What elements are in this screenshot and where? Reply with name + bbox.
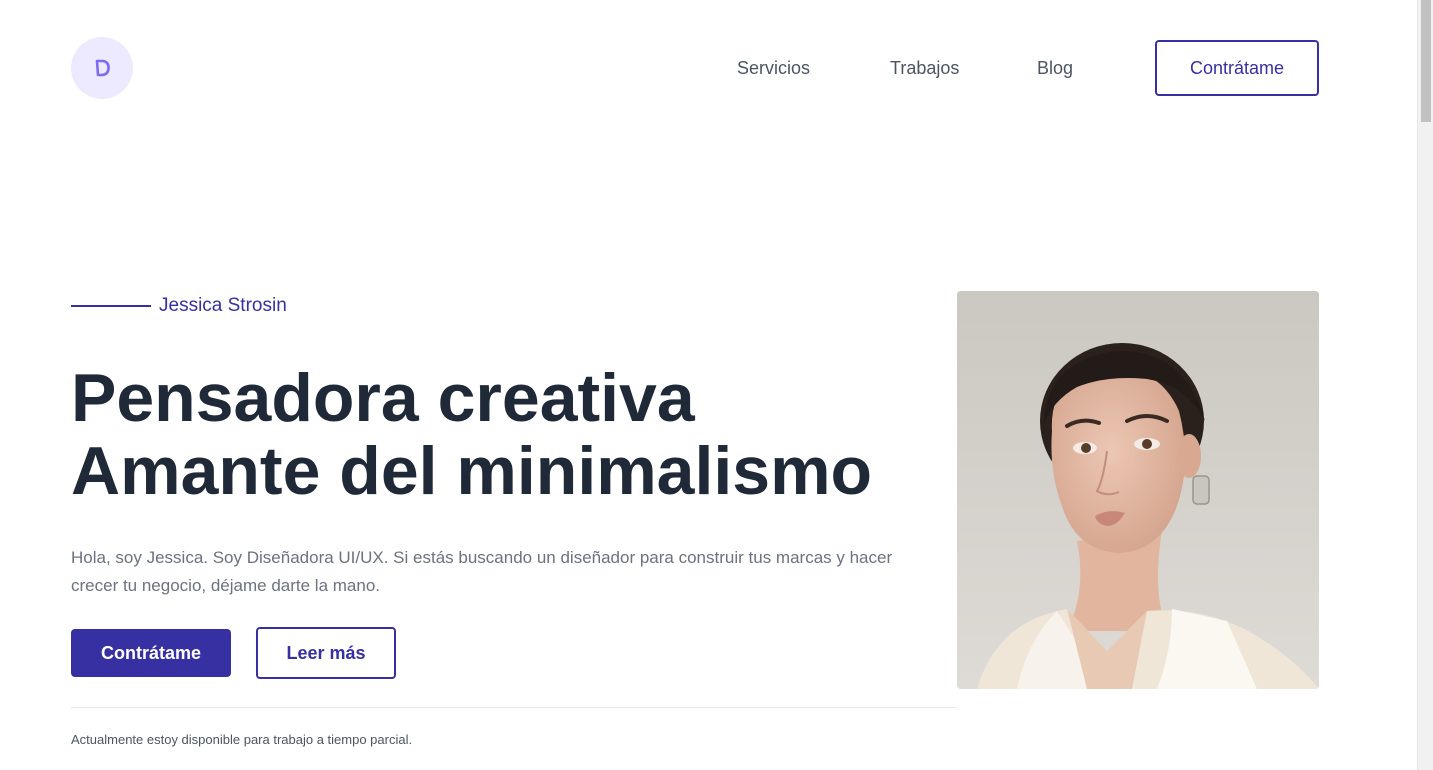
hire-button[interactable]: Contrátame (71, 629, 231, 677)
hero-intro: Hola, soy Jessica. Soy Diseñadora UI/UX.… (71, 548, 893, 595)
headline-line-2: Amante del minimalismo (71, 433, 873, 509)
hero-headline: Pensadora creativa Amante del minimalism… (71, 362, 951, 508)
headline-line-1: Pensadora creativa (71, 360, 695, 436)
portrait-photo (957, 291, 1319, 689)
scrollbar-thumb[interactable] (1421, 0, 1431, 122)
header-hire-button[interactable]: Contrátame (1155, 40, 1319, 96)
availability-note: Actualmente estoy disponible para trabaj… (71, 732, 413, 747)
page: Servicios Trabajos Blog Contrátame Jessi… (0, 0, 1433, 770)
main-nav: Servicios Trabajos Blog (0, 40, 1319, 96)
eyebrow-line (71, 305, 151, 307)
nav-link-trabajos[interactable]: Trabajos (890, 40, 959, 96)
divider (71, 707, 957, 708)
nav-link-blog[interactable]: Blog (1037, 40, 1073, 96)
hero-eyebrow: Jessica Strosin (71, 292, 287, 320)
nav-link-servicios[interactable]: Servicios (737, 40, 810, 96)
portrait-illustration (957, 291, 1319, 689)
author-name: Jessica Strosin (159, 295, 287, 316)
read-more-button[interactable]: Leer más (256, 627, 396, 679)
scrollbar[interactable] (1417, 0, 1433, 770)
